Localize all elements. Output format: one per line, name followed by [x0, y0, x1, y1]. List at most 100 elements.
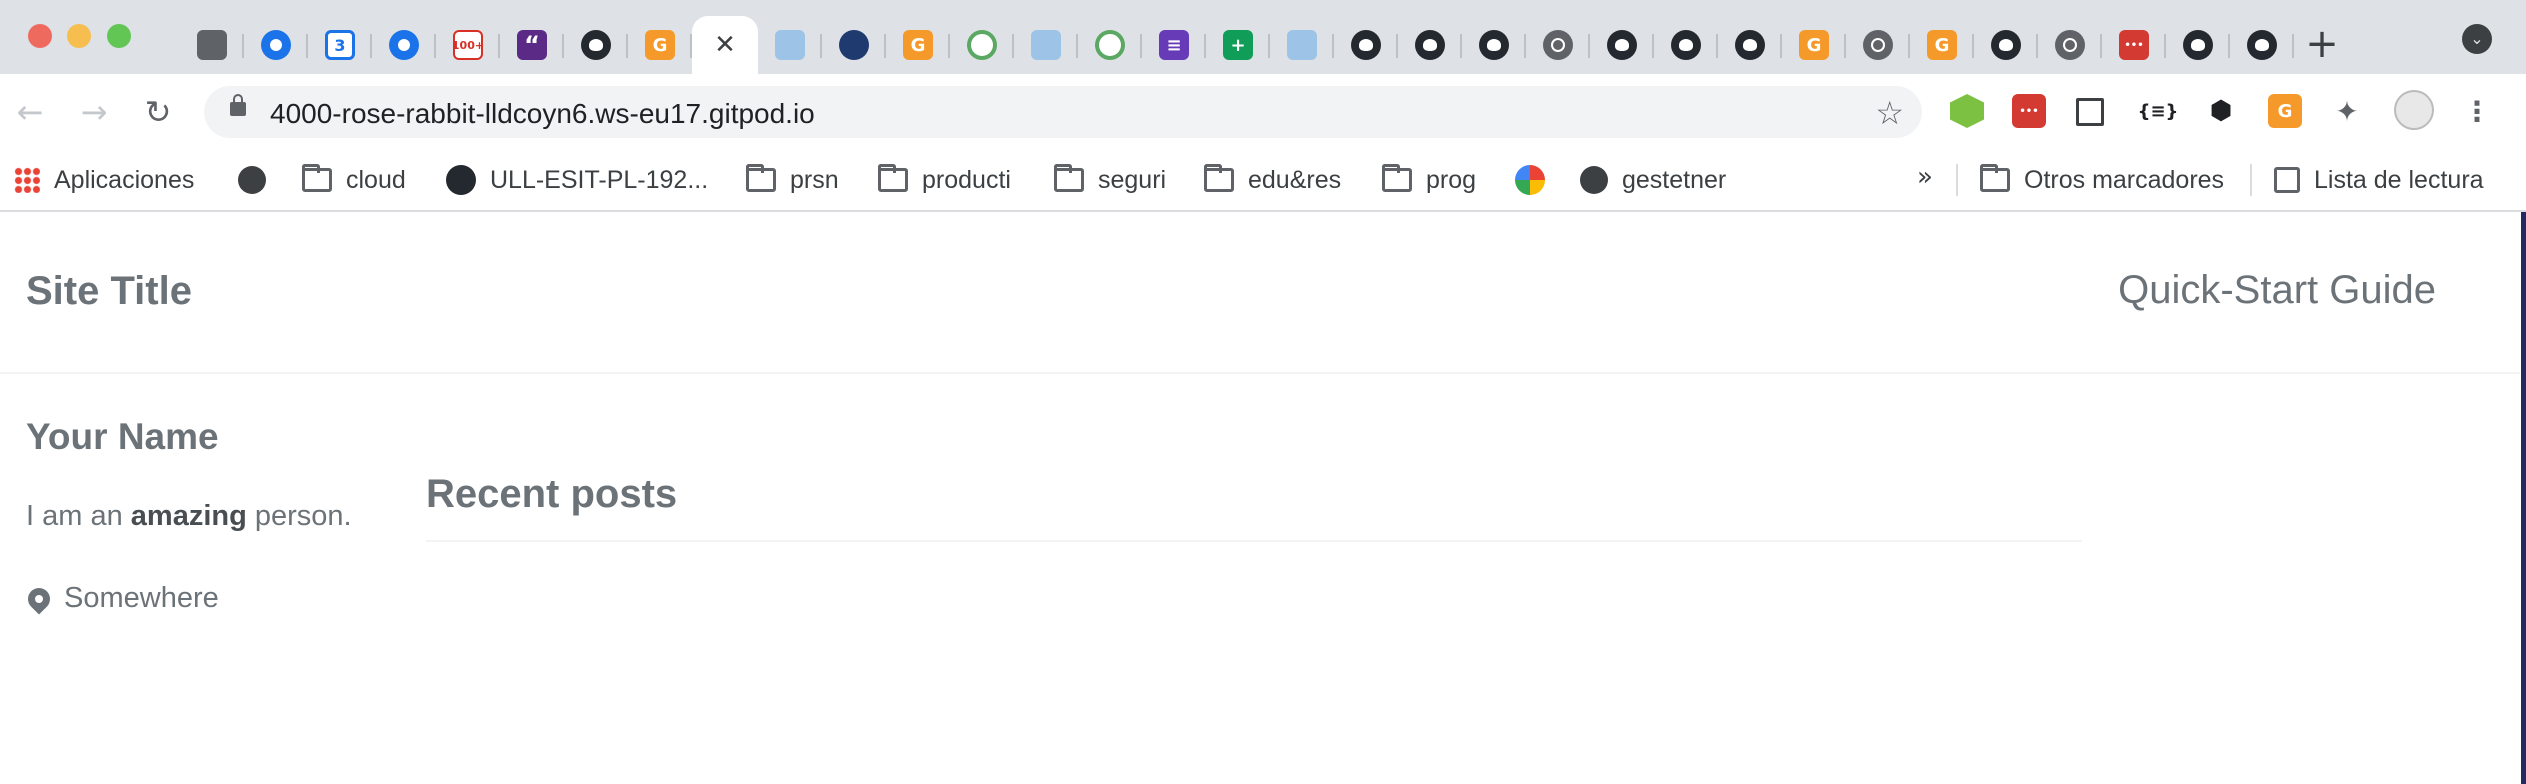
profile-avatar[interactable]: [2394, 90, 2434, 130]
browser-tab[interactable]: [1334, 16, 1398, 74]
browser-tab[interactable]: [1206, 16, 1270, 74]
url-text[interactable]: 4000-rose-rabbit-lldcoyn6.ws-eu17.gitpod…: [270, 98, 815, 130]
reload-button[interactable]: ↻: [138, 92, 178, 132]
browser-tab[interactable]: [1718, 16, 1782, 74]
browser-tab[interactable]: [1846, 16, 1910, 74]
browser-tab[interactable]: [372, 16, 436, 74]
browser-tab[interactable]: [628, 16, 692, 74]
browser-tab[interactable]: [2230, 16, 2294, 74]
red-dots-icon: [2119, 30, 2149, 60]
bookmark-other[interactable]: Otros marcadores: [1980, 162, 2224, 198]
browser-tab[interactable]: [950, 16, 1014, 74]
reading-list-icon: [2274, 167, 2300, 193]
site-title-link[interactable]: Site Title: [26, 269, 192, 314]
bookmark-gestetner[interactable]: gestetner: [1580, 162, 1726, 198]
reading-list-button[interactable]: Lista de lectura: [2274, 162, 2484, 198]
bookmarks-bar: Aplicaciones cloud ULL-ESIT-PL-192... pr…: [0, 150, 2526, 212]
browser-tab[interactable]: [308, 16, 372, 74]
gmail-icon: [453, 30, 483, 60]
forward-button[interactable]: →: [74, 92, 114, 132]
bookmarks-overflow-button[interactable]: »: [1917, 162, 1933, 192]
browser-tab[interactable]: [1782, 16, 1846, 74]
bookmark-label: Lista de lectura: [2314, 165, 2484, 194]
browser-tab[interactable]: [2166, 16, 2230, 74]
close-icon[interactable]: ✕: [714, 32, 736, 58]
gitpod-extension-icon[interactable]: G: [2268, 94, 2302, 128]
browser-tab[interactable]: [1910, 16, 1974, 74]
folder-icon: [302, 164, 332, 192]
browser-tab[interactable]: [244, 16, 308, 74]
json-extension-icon[interactable]: {≡}: [2138, 94, 2179, 128]
google-calendar-icon: [325, 30, 355, 60]
bookmark-pinwheel[interactable]: [1515, 162, 1545, 198]
globe-icon: [1580, 166, 1608, 194]
github-icon: [1351, 30, 1381, 60]
bookmark-label: ULL-ESIT-PL-192...: [490, 165, 709, 194]
bio-text: I am an: [26, 500, 131, 532]
cube-extension-icon[interactable]: ⬢: [2204, 94, 2238, 128]
browser-tab[interactable]: [1078, 16, 1142, 74]
browser-tab[interactable]: [1270, 16, 1334, 74]
university-icon: [839, 30, 869, 60]
browser-tab[interactable]: [1654, 16, 1718, 74]
window-maximize-button[interactable]: [107, 24, 131, 48]
github-icon: [2247, 30, 2277, 60]
bookmark-folder-edures[interactable]: edu&res: [1204, 162, 1341, 198]
bookmark-ull[interactable]: ULL-ESIT-PL-192...: [446, 162, 708, 198]
bookmark-folder-producti[interactable]: producti: [878, 162, 1011, 198]
bookmark-apps[interactable]: Aplicaciones: [14, 162, 194, 198]
tab-search-button[interactable]: ⌄: [2462, 24, 2492, 54]
bookmark-folder-prsn[interactable]: prsn: [746, 162, 839, 198]
browser-tab[interactable]: [1526, 16, 1590, 74]
github-icon: [446, 165, 476, 195]
github-icon: [2183, 30, 2213, 60]
folder-icon: [746, 164, 776, 192]
browser-tab[interactable]: [758, 16, 822, 74]
node-extension-icon[interactable]: [1950, 94, 1984, 128]
browser-tab-active[interactable]: ✕: [692, 16, 758, 74]
author-name: Your Name: [26, 416, 219, 457]
browser-tab[interactable]: [1462, 16, 1526, 74]
grid-extension-icon[interactable]: [2076, 98, 2104, 126]
new-tab-button[interactable]: +: [2300, 22, 2344, 66]
bookmark-star-icon[interactable]: ☆: [1875, 94, 1904, 132]
browser-tab[interactable]: [2102, 16, 2166, 74]
browser-tab[interactable]: [1142, 16, 1206, 74]
bookmark-folder-cloud[interactable]: cloud: [302, 162, 406, 198]
nav-link-quick-start[interactable]: Quick-Start Guide: [2118, 268, 2436, 313]
globe-icon: [1863, 30, 1893, 60]
browser-tab[interactable]: [500, 16, 564, 74]
back-button[interactable]: ←: [10, 92, 50, 132]
address-bar[interactable]: 4000-rose-rabbit-lldcoyn6.ws-eu17.gitpod…: [204, 86, 1922, 138]
browser-tab[interactable]: [822, 16, 886, 74]
browser-tab[interactable]: [1590, 16, 1654, 74]
section-divider: [426, 540, 2082, 542]
folder-icon: [1204, 164, 1234, 192]
lock-icon[interactable]: [230, 94, 246, 116]
github-icon: [1415, 30, 1445, 60]
bookmark-label: edu&res: [1248, 165, 1342, 194]
browser-tab[interactable]: [886, 16, 950, 74]
extensions-puzzle-icon[interactable]: ✦: [2330, 94, 2364, 128]
browser-tab[interactable]: [1398, 16, 1462, 74]
google-forms-icon: [1159, 30, 1189, 60]
gitpod-icon: [645, 30, 675, 60]
browser-tab[interactable]: [1974, 16, 2038, 74]
browser-tab[interactable]: [180, 16, 244, 74]
bookmark-folder-prog[interactable]: prog: [1382, 162, 1476, 198]
browser-menu-icon[interactable]: ⋮: [2460, 94, 2494, 128]
red-extension-icon[interactable]: •••: [2012, 94, 2046, 128]
bookmark-folder-seguri[interactable]: seguri: [1054, 162, 1166, 198]
github-icon: [1991, 30, 2021, 60]
window-edge: [2521, 212, 2526, 784]
window-minimize-button[interactable]: [67, 24, 91, 48]
window-close-button[interactable]: [28, 24, 52, 48]
bookmark-globe[interactable]: [238, 162, 266, 198]
browser-tab[interactable]: [436, 16, 500, 74]
browser-tab[interactable]: [1014, 16, 1078, 74]
contacts-icon: [389, 30, 419, 60]
github-icon: [1479, 30, 1509, 60]
quote-icon: [517, 30, 547, 60]
browser-tab[interactable]: [2038, 16, 2102, 74]
browser-tab[interactable]: [564, 16, 628, 74]
